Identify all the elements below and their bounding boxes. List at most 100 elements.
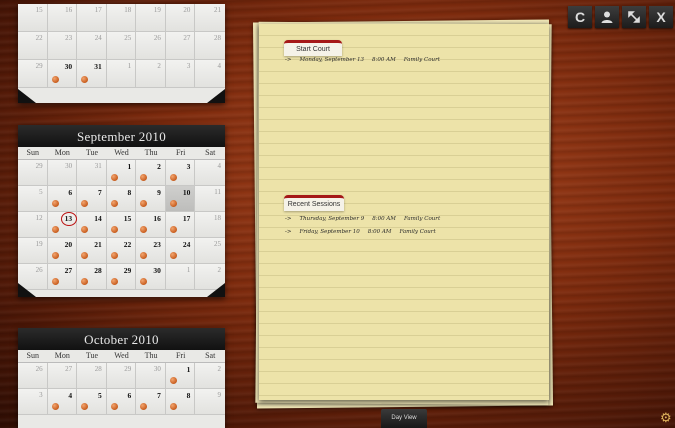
calendar-day[interactable]: 3 [18, 389, 48, 415]
session-time: 8:00 AM [372, 57, 396, 63]
recent-session-entry[interactable]: -> Thursday, September 9 8:00 AM Family Cou… [285, 216, 448, 222]
calendar-day[interactable]: 5 [18, 186, 48, 212]
resize-button[interactable] [622, 6, 646, 28]
session-dot-icon [169, 200, 177, 207]
gear-icon[interactable]: ⚙ [660, 410, 672, 426]
calendar-day[interactable]: 3 [165, 160, 196, 186]
calendar-day[interactable]: 4 [47, 389, 78, 415]
calendar-day[interactable]: 16 [47, 4, 78, 32]
calendar-day[interactable]: 6 [106, 389, 137, 415]
calendar-day[interactable]: 21 [195, 4, 225, 32]
calendar-title: October 2010 [18, 328, 225, 350]
calendar-day[interactable]: 14 [77, 212, 107, 238]
day-number: 29 [124, 365, 132, 373]
calendar-day[interactable]: 29 [18, 160, 48, 186]
calendar-day[interactable]: 21 [77, 238, 107, 264]
calendar-day[interactable]: 24 [165, 238, 196, 264]
calendar-day[interactable]: 19 [18, 238, 48, 264]
calendar-august: 15 16 17 18 19 20 21 22 23 24 25 26 27 28 29 30 31 1 2 3 4 [18, 4, 225, 103]
calendar-day[interactable]: 27 [47, 264, 78, 290]
calendar-day[interactable]: 29 [106, 363, 137, 389]
calendar-day[interactable]: 17 [165, 212, 196, 238]
calendar-day[interactable]: 27 [47, 363, 78, 389]
calendar-day[interactable]: 25 [106, 32, 137, 60]
calendar-day[interactable]: 20 [47, 238, 78, 264]
calendar-day[interactable]: 31 [77, 160, 107, 186]
calendar-day[interactable]: 12 [18, 212, 48, 238]
calendar-day[interactable]: 30 [47, 160, 78, 186]
calendar-day[interactable]: 27 [165, 32, 196, 60]
calendar-day[interactable]: 11 [195, 186, 225, 212]
calendar-day[interactable]: 1 [165, 363, 196, 389]
calendar-day[interactable]: 15 [18, 4, 48, 32]
calendar-day[interactable]: 20 [165, 4, 196, 32]
recent-sessions-tab[interactable]: Recent Sessions [284, 195, 344, 211]
calendar-day[interactable]: 22 [18, 32, 48, 60]
calendar-day[interactable]: 1 [106, 60, 137, 88]
day-number: 17 [94, 6, 102, 14]
calendar-day[interactable]: 9 [195, 389, 225, 415]
calendar-day[interactable]: 18 [106, 4, 137, 32]
calendar-day[interactable]: 29 [18, 60, 48, 88]
calendar-day[interactable]: 26 [136, 32, 166, 60]
calendar-day[interactable]: 8 [106, 186, 137, 212]
start-court-tab[interactable]: Start Court [284, 40, 342, 56]
calendar-day[interactable]: 28 [77, 363, 107, 389]
calendar-day[interactable]: 30 [136, 363, 166, 389]
calendar-day[interactable]: 5 [77, 389, 107, 415]
user-button[interactable] [595, 6, 619, 28]
calendar-day[interactable]: 24 [77, 32, 107, 60]
calendar-day[interactable]: 1 [106, 160, 137, 186]
refresh-button[interactable]: C [568, 6, 592, 28]
close-button[interactable]: X [649, 6, 673, 28]
calendar-day[interactable]: 2 [195, 363, 225, 389]
upcoming-session-entry[interactable]: -> Monday, September 13 8:00 AM Family Cour… [285, 57, 448, 63]
calendar-day[interactable]: 4 [195, 60, 225, 88]
calendar-day[interactable]: 10 [165, 186, 196, 212]
calendar-day[interactable]: 29 [106, 264, 137, 290]
session-dot-icon [81, 200, 89, 207]
calendar-day[interactable]: 22 [106, 238, 137, 264]
calendar-day[interactable]: 13 [47, 212, 78, 238]
calendar-day[interactable]: 7 [136, 389, 166, 415]
day-number: 2 [217, 365, 221, 373]
calendar-day[interactable]: 30 [136, 264, 166, 290]
calendar-day[interactable]: 6 [47, 186, 78, 212]
calendar-day[interactable]: 30 [47, 60, 78, 88]
calendar-day[interactable]: 1 [165, 264, 196, 290]
weekday-label: Thu [144, 351, 158, 360]
arrow: -> [285, 57, 292, 63]
calendar-day[interactable]: 17 [77, 4, 107, 32]
day-number: 21 [94, 240, 102, 249]
calendar-day[interactable]: 25 [195, 238, 225, 264]
calendar-day[interactable]: 28 [195, 32, 225, 60]
day-view-button[interactable]: Day View [381, 409, 427, 428]
calendar-day[interactable]: 3 [165, 60, 196, 88]
calendar-day[interactable]: 7 [77, 186, 107, 212]
calendar-day[interactable]: 31 [77, 60, 107, 88]
weekday-label: Thu [144, 148, 158, 157]
calendar-day[interactable]: 9 [136, 186, 166, 212]
day-number: 2 [157, 162, 161, 171]
calendar-day[interactable]: 23 [47, 32, 78, 60]
calendar-day[interactable]: 16 [136, 212, 166, 238]
calendar-day[interactable]: 19 [136, 4, 166, 32]
calendar-grid: 15 16 17 18 19 20 21 22 23 24 25 26 27 28 29 30 31 1 2 3 4 [18, 4, 225, 88]
calendar-day[interactable]: 2 [136, 60, 166, 88]
calendar-day[interactable]: 8 [165, 389, 196, 415]
calendar-day[interactable]: 18 [195, 212, 225, 238]
calendar-day[interactable]: 15 [106, 212, 137, 238]
day-number: 24 [94, 34, 102, 42]
recent-session-entry[interactable]: -> Friday, September 10 8:00 AM Family Cour… [285, 229, 444, 235]
refresh-icon: C [574, 9, 586, 25]
calendar-day[interactable]: 4 [195, 160, 225, 186]
calendar-day[interactable]: 26 [18, 363, 48, 389]
calendar-day[interactable]: 28 [77, 264, 107, 290]
calendar-day[interactable]: 23 [136, 238, 166, 264]
day-number: 25 [124, 34, 132, 42]
weekday-label: Sat [205, 351, 216, 360]
calendar-day[interactable]: 2 [136, 160, 166, 186]
day-number: 20 [183, 6, 191, 14]
day-number: 1 [186, 266, 191, 274]
day-number: 10 [182, 188, 191, 197]
